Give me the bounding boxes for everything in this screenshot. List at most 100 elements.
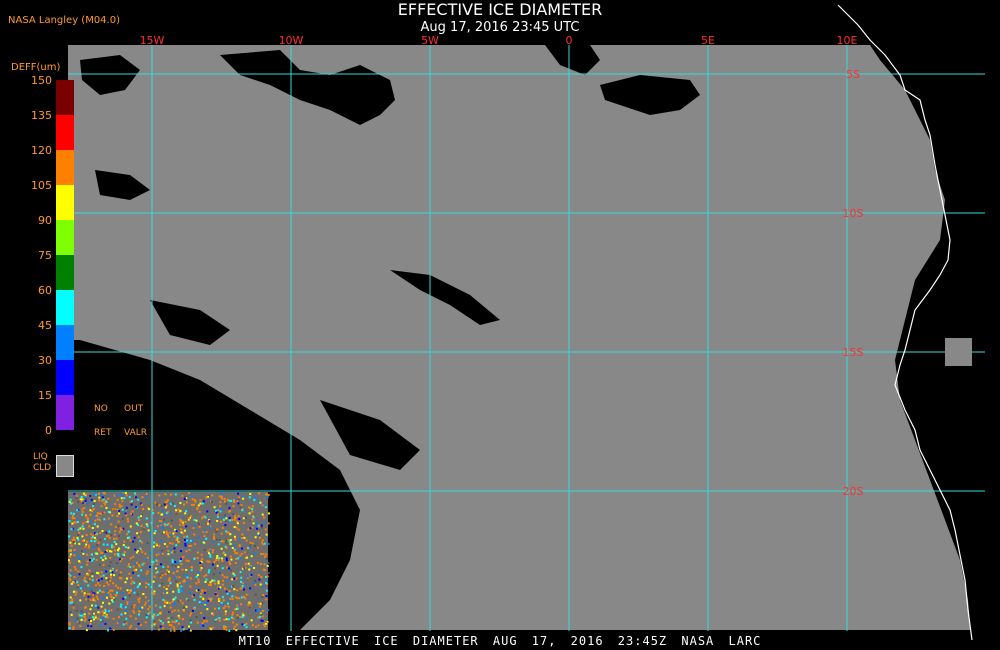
ice-pixel <box>191 595 194 598</box>
ice-pixel <box>209 584 212 586</box>
ice-pixel <box>149 552 152 555</box>
ice-pixel <box>181 520 184 523</box>
ice-pixel <box>85 540 88 543</box>
ice-pixel <box>262 553 265 555</box>
ice-pixel <box>192 504 195 507</box>
ice-pixel <box>255 603 258 606</box>
ice-pixel <box>216 515 219 518</box>
ice-pixel <box>170 525 173 528</box>
ice-pixel <box>240 576 243 579</box>
ice-pixel <box>95 595 98 598</box>
map-subtitle: Aug 17, 2016 23:45 UTC <box>420 20 580 35</box>
ice-pixel <box>238 537 241 540</box>
ice-pixel <box>69 555 71 558</box>
ice-pixel <box>186 576 189 579</box>
ice-pixel <box>179 582 181 584</box>
ice-pixel <box>70 613 73 616</box>
ice-pixel <box>92 545 95 548</box>
ice-pixel <box>261 539 264 542</box>
ice-pixel <box>75 518 78 521</box>
ice-pixel <box>138 519 140 521</box>
ice-pixel <box>167 579 170 582</box>
ice-pixel <box>120 497 123 500</box>
ice-pixel <box>257 624 260 627</box>
ice-pixel <box>98 563 101 566</box>
ice-pixel <box>91 575 94 578</box>
ice-pixel <box>85 543 88 546</box>
ice-pixel <box>204 605 207 608</box>
ice-pixel <box>201 517 204 520</box>
ice-pixel <box>144 621 147 624</box>
ice-pixel <box>74 551 76 554</box>
ice-pixel <box>97 579 100 582</box>
ice-pixel <box>98 496 101 499</box>
ice-pixel <box>200 553 203 556</box>
ice-pixel <box>123 540 126 543</box>
ice-pixel <box>227 567 230 570</box>
ice-pixel <box>205 578 208 581</box>
ice-pixel <box>179 599 182 602</box>
ice-pixel <box>178 576 181 579</box>
ice-pixel <box>248 546 251 549</box>
ice-pixel <box>116 499 119 501</box>
ice-pixel <box>82 522 85 525</box>
ice-pixel <box>208 569 211 572</box>
ice-pixel <box>176 561 179 564</box>
ice-pixel <box>100 577 103 580</box>
ice-pixel <box>185 568 188 571</box>
ice-pixel <box>133 591 136 594</box>
ice-pixel <box>114 503 117 506</box>
ice-pixel <box>117 553 120 555</box>
ice-pixel <box>68 549 71 552</box>
ice-pixel <box>120 613 123 616</box>
ice-pixel <box>180 557 183 560</box>
ice-pixel <box>248 512 251 515</box>
ice-pixel <box>224 553 227 556</box>
ice-pixel <box>214 593 217 596</box>
ice-pixel <box>189 577 192 580</box>
ice-pixel <box>81 539 84 542</box>
ice-pixel <box>183 627 186 630</box>
ice-pixel <box>259 501 262 504</box>
ice-pixel <box>148 601 151 603</box>
ice-pixel <box>176 536 179 539</box>
ice-pixel <box>177 508 180 511</box>
ice-pixel <box>103 518 106 521</box>
ice-pixel <box>163 503 166 506</box>
ice-pixel <box>171 502 174 505</box>
ice-pixel <box>227 602 229 605</box>
ice-pixel <box>107 497 110 500</box>
ice-pixel <box>158 494 161 497</box>
ice-pixel <box>68 623 71 626</box>
ice-pixel <box>185 582 188 584</box>
ice-pixel <box>116 515 119 517</box>
colorbar-segment <box>56 360 74 395</box>
ice-pixel <box>131 500 133 502</box>
ice-pixel <box>146 570 149 573</box>
ice-pixel <box>219 586 222 589</box>
ice-pixel <box>170 616 173 619</box>
ice-pixel <box>85 493 87 496</box>
ice-pixel <box>83 592 86 595</box>
ice-pixel <box>200 601 203 604</box>
ice-pixel <box>184 544 187 547</box>
ice-pixel <box>106 596 108 599</box>
ice-pixel <box>86 553 89 556</box>
ice-pixel <box>234 538 237 541</box>
ice-pixel <box>236 607 239 610</box>
ice-pixel <box>74 593 77 596</box>
ice-pixel <box>110 523 113 526</box>
ret-label: RET <box>94 428 112 438</box>
ice-pixel <box>160 520 163 523</box>
ice-pixel <box>88 612 91 615</box>
ice-pixel <box>140 515 143 518</box>
ice-pixel <box>220 520 223 523</box>
ice-pixel <box>94 519 97 522</box>
ice-pixel <box>101 559 104 561</box>
ice-pixel <box>217 580 220 583</box>
ice-pixel <box>141 496 144 499</box>
ice-pixel <box>136 593 139 596</box>
ice-pixel <box>106 616 109 619</box>
ice-pixel <box>210 597 213 600</box>
ice-pixel <box>193 557 196 560</box>
